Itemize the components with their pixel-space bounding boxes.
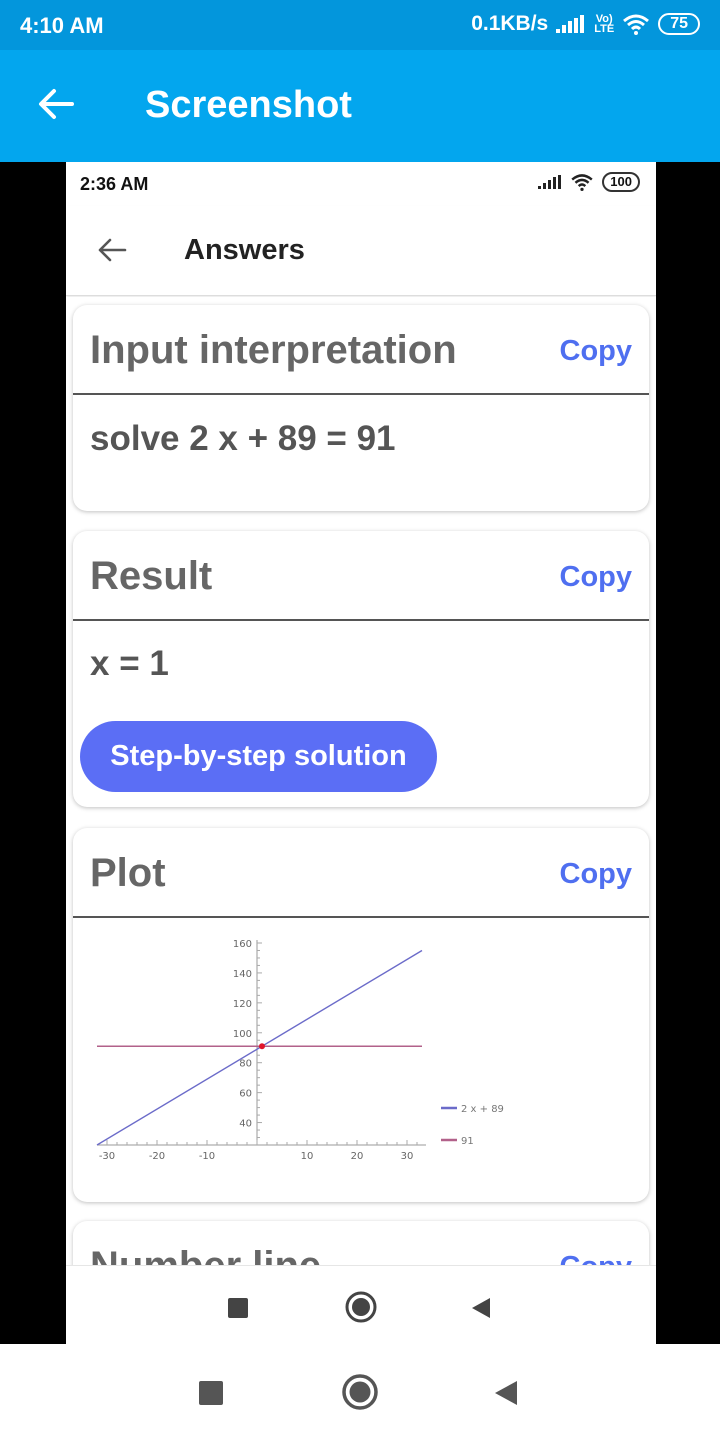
card-header: Result Copy (73, 531, 649, 621)
intersection-point (259, 1043, 265, 1050)
x-tick-label: 20 (351, 1151, 364, 1162)
y-tick-label: 60 (239, 1089, 252, 1100)
signal-icon (556, 15, 585, 33)
battery-icon: 100 (602, 172, 640, 192)
arrow-left-icon[interactable] (36, 84, 76, 124)
card-title: Result (90, 554, 213, 598)
y-tick-label: 40 (239, 1119, 252, 1130)
legend-label-1: 2 x + 89 (461, 1104, 504, 1115)
outer-status-time: 4:10 AM (20, 13, 104, 38)
embedded-screenshot: 2:36 AM 100 Answers Input interpretation… (66, 162, 656, 1344)
y-tick-label: 120 (233, 999, 252, 1010)
outer-status-icons: 0.1KB/s Vo) LTE 75 (471, 12, 700, 36)
card-title: Number line (90, 1244, 322, 1267)
home-icon[interactable] (344, 1290, 378, 1324)
copy-button[interactable]: Copy (560, 335, 633, 368)
result-text: x = 1 (90, 644, 169, 683)
inner-app-bar: Answers (66, 206, 656, 296)
y-tick-label: 100 (233, 1029, 252, 1040)
inner-status-icons: 100 (538, 172, 640, 192)
card-title: Plot (90, 851, 166, 895)
outer-app-title: Screenshot (145, 84, 352, 126)
input-text: solve 2 x + 89 = 91 (90, 419, 396, 458)
number-line-card: Number line Copy (73, 1221, 649, 1267)
wifi-icon (571, 174, 593, 191)
plot-chart: -30 -20 -10 10 20 30 40 60 80 100 120 140 160 2 x + 8… (96, 939, 504, 1162)
back-icon[interactable] (493, 1379, 519, 1407)
copy-button[interactable]: Copy (560, 561, 633, 594)
stop-icon[interactable] (199, 1381, 223, 1405)
legend-label-2: 91 (461, 1136, 474, 1147)
wifi-icon (623, 14, 650, 35)
step-by-step-button[interactable]: Step-by-step solution (80, 721, 437, 792)
volte-bottom-label: LTE (594, 23, 615, 35)
outer-app-bar: Screenshot (0, 50, 720, 162)
x-tick-label: -10 (199, 1151, 215, 1162)
card-title: Input interpretation (90, 328, 457, 372)
plot-card: Plot Copy -30 -20 -10 10 20 30 40 60 80 100 120 140… (73, 828, 649, 1202)
result-card: Result Copy x = 1 Step-by-step solution (73, 531, 649, 807)
y-tick-label: 140 (233, 969, 252, 980)
card-header: Input interpretation Copy (73, 305, 649, 395)
network-speed: 0.1KB/s (471, 12, 549, 35)
x-tick-label: 10 (301, 1151, 314, 1162)
inner-navigation-bar (66, 1265, 656, 1344)
signal-icon (538, 175, 562, 189)
volte-icon: Vo) LTE (594, 14, 615, 35)
y-tick-label: 80 (239, 1059, 252, 1070)
copy-button[interactable]: Copy (560, 858, 633, 891)
stop-icon[interactable] (228, 1298, 248, 1318)
outer-navigation-bar (0, 1344, 720, 1440)
input-interpretation-card: Input interpretation Copy solve 2 x + 89… (73, 305, 649, 511)
home-icon[interactable] (340, 1372, 380, 1412)
inner-status-time: 2:36 AM (80, 174, 149, 194)
back-icon[interactable] (470, 1296, 492, 1320)
page-title: Answers (184, 234, 305, 266)
x-tick-label: -30 (99, 1151, 115, 1162)
x-tick-label: -20 (149, 1151, 165, 1162)
y-tick-label: 160 (233, 939, 252, 950)
outer-status-bar: 4:10 AM 0.1KB/s Vo) LTE 75 (0, 0, 720, 50)
arrow-left-icon[interactable] (96, 234, 128, 266)
card-header: Number line Copy (73, 1221, 649, 1267)
battery-icon: 75 (658, 13, 700, 35)
inner-status-bar: 2:36 AM 100 (66, 162, 656, 206)
card-header: Plot Copy (73, 828, 649, 918)
answers-list[interactable]: Input interpretation Copy solve 2 x + 89… (66, 297, 656, 1267)
x-tick-label: 30 (401, 1151, 414, 1162)
